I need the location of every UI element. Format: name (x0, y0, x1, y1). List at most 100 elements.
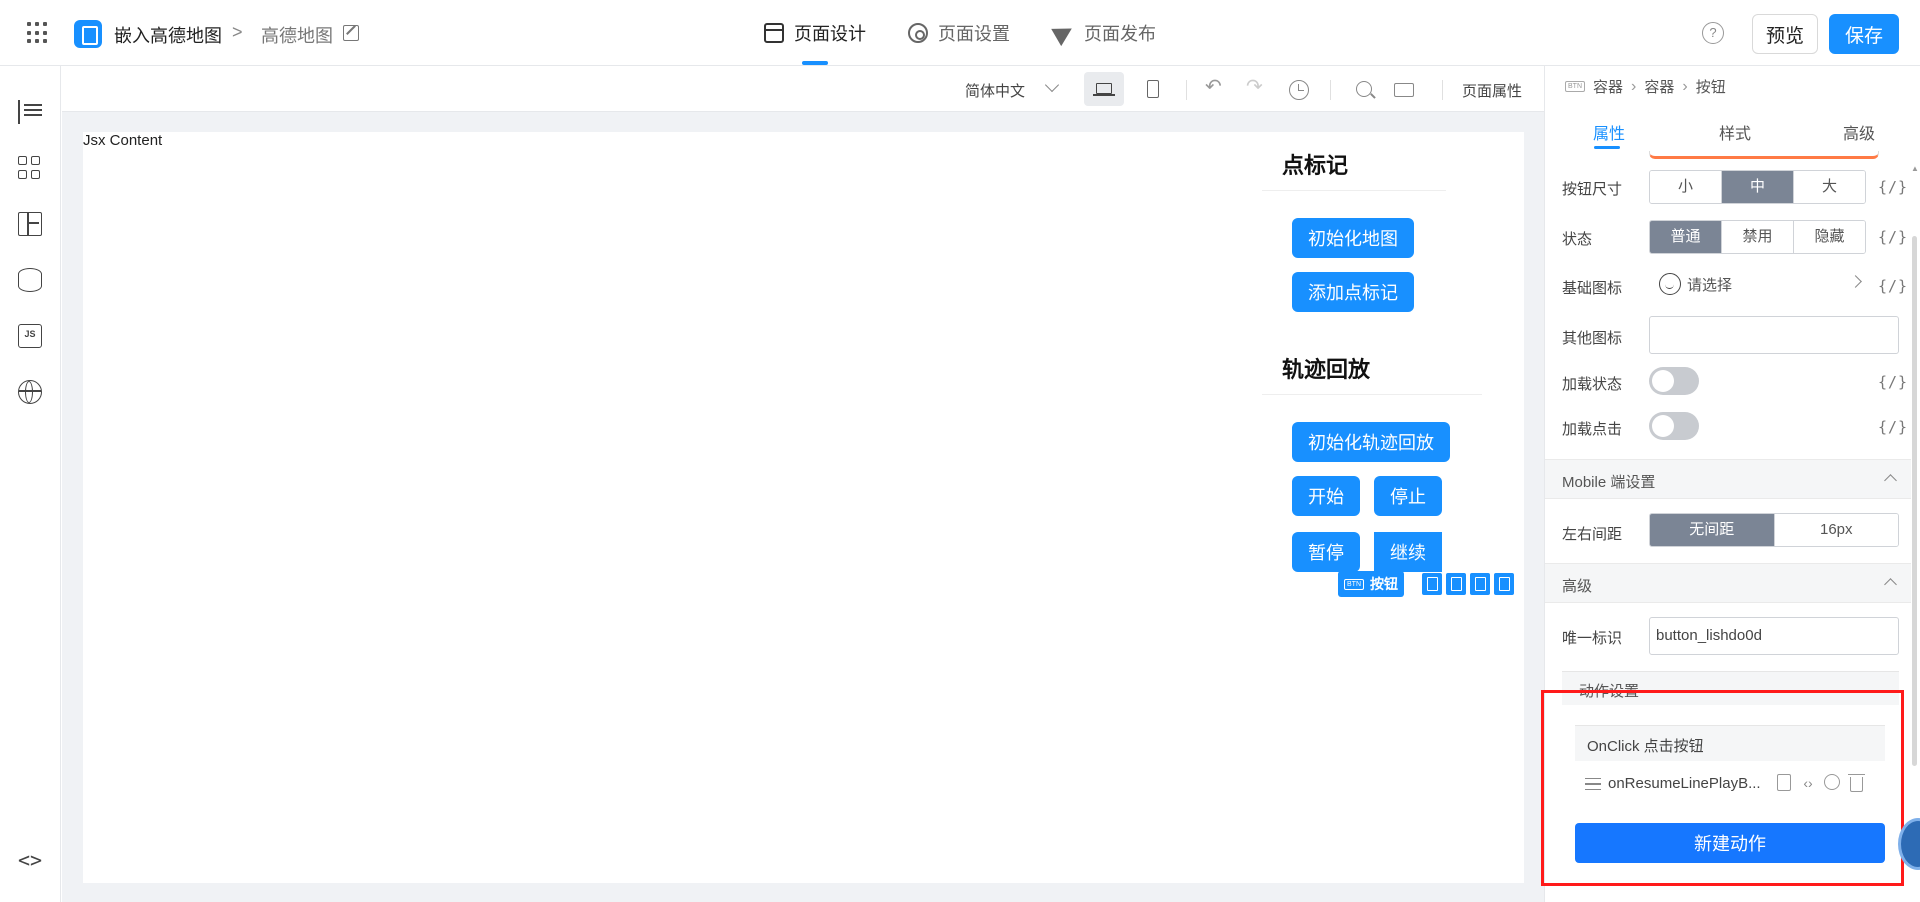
tab-style[interactable]: 样式 (1719, 120, 1751, 144)
state-option-disabled[interactable]: 禁用 (1722, 221, 1794, 253)
divider (1262, 190, 1446, 191)
chevron-up-icon (1884, 578, 1897, 591)
jsx-content-label: Jsx Content (83, 132, 163, 149)
spacing-option-16px[interactable]: 16px (1774, 514, 1898, 546)
outline-tree-icon[interactable] (18, 100, 42, 124)
expression-icon[interactable]: {/} (1878, 178, 1908, 196)
data-source-icon[interactable] (18, 268, 42, 292)
active-tab-indicator (1594, 146, 1620, 149)
expression-icon[interactable]: {/} (1878, 228, 1908, 246)
selected-component-badge[interactable]: BTN 按钮 (1338, 571, 1404, 597)
add-marker-button[interactable]: 添加点标记 (1292, 272, 1414, 312)
mobile-settings-header[interactable]: Mobile 端设置 (1545, 459, 1911, 499)
layout-icon[interactable] (18, 212, 42, 236)
button-size-segment: 小 中 大 (1649, 170, 1866, 204)
drag-handle-icon[interactable] (1585, 778, 1601, 790)
button-size-label: 按钮尺寸 (1562, 181, 1623, 198)
page-properties-link[interactable]: 页面属性 (1462, 80, 1522, 101)
other-icon-input[interactable] (1649, 316, 1899, 354)
tab-page-publish[interactable]: 页面发布 (1051, 19, 1156, 47)
app-logo-icon (74, 20, 102, 48)
active-tab-indicator (802, 61, 828, 65)
init-map-button[interactable]: 初始化地图 (1292, 218, 1414, 258)
tab-page-design[interactable]: 页面设计 (764, 20, 866, 46)
language-select[interactable]: 简体中文 (965, 80, 1025, 101)
add-icon[interactable] (1446, 573, 1466, 595)
onclick-event-header: OnClick 点击按钮 (1575, 725, 1885, 761)
new-action-button[interactable]: 新建动作 (1575, 823, 1885, 863)
window-icon (764, 23, 784, 43)
loading-state-toggle[interactable] (1649, 367, 1699, 395)
edit-icon[interactable] (343, 25, 359, 41)
expression-icon[interactable]: {/} (1878, 418, 1908, 436)
chevron-right-icon[interactable] (1849, 275, 1862, 288)
breadcrumb-item[interactable]: 按钮 (1696, 76, 1726, 97)
mobile-view-button[interactable] (1133, 72, 1173, 106)
loading-click-toggle[interactable] (1649, 412, 1699, 440)
components-icon[interactable] (18, 156, 42, 180)
history-icon[interactable] (1289, 80, 1309, 100)
properties-panel: BTN 容器 › 容器 › 按钮 属性 样式 高级 ▲ 按钮尺寸 小 中 大 {… (1544, 66, 1920, 902)
state-option-hidden[interactable]: 隐藏 (1794, 221, 1865, 253)
tab-page-settings[interactable]: 页面设置 (908, 20, 1010, 46)
undo-icon[interactable]: ↶ (1205, 77, 1222, 97)
app-name[interactable]: 嵌入高德地图 (114, 22, 222, 48)
component-breadcrumb: BTN 容器 › 容器 › 按钮 (1565, 76, 1726, 97)
resume-button[interactable]: 继续 (1374, 532, 1442, 572)
advanced-section-header[interactable]: 高级 (1545, 563, 1911, 603)
select-parent-icon[interactable] (1422, 573, 1442, 595)
code-icon[interactable]: <> (18, 848, 42, 872)
page-name[interactable]: 高德地图 (261, 22, 333, 48)
breadcrumb-item[interactable]: 容器 (1593, 76, 1623, 97)
size-option-large[interactable]: 大 (1794, 171, 1865, 203)
search-icon[interactable] (1356, 81, 1372, 97)
preview-button[interactable]: 预览 (1752, 14, 1818, 54)
save-button[interactable]: 保存 (1829, 14, 1899, 54)
app-grid-icon[interactable] (27, 22, 49, 44)
chevron-right-icon: › (1631, 77, 1637, 95)
smile-icon[interactable] (1659, 273, 1681, 295)
copy-icon[interactable] (1470, 573, 1490, 595)
lr-spacing-segment: 无间距 16px (1649, 513, 1899, 547)
breadcrumb-item[interactable]: 容器 (1644, 76, 1674, 97)
size-option-medium[interactable]: 中 (1722, 171, 1794, 203)
expression-icon[interactable]: {/} (1878, 373, 1908, 391)
start-button[interactable]: 开始 (1292, 476, 1360, 516)
other-icon-label: 其他图标 (1562, 330, 1623, 347)
pause-button[interactable]: 暂停 (1292, 532, 1360, 572)
help-icon[interactable]: ? (1702, 22, 1724, 44)
desktop-view-button[interactable] (1084, 72, 1124, 106)
unique-id-input[interactable]: button_lishdo0d (1649, 617, 1899, 655)
divider (1262, 394, 1482, 395)
state-label: 状态 (1562, 231, 1593, 248)
section-title: Mobile 端设置 (1562, 474, 1656, 491)
document-icon[interactable] (1777, 774, 1791, 791)
stop-button[interactable]: 停止 (1374, 476, 1442, 516)
js-icon[interactable]: JS (18, 324, 42, 348)
delete-icon[interactable] (1494, 573, 1514, 595)
trash-icon[interactable] (1848, 774, 1865, 792)
tab-properties[interactable]: 属性 (1593, 120, 1625, 144)
spacing-option-none[interactable]: 无间距 (1650, 514, 1775, 546)
scrollbar[interactable] (1912, 236, 1917, 766)
tab-label: 页面设计 (794, 24, 866, 44)
size-option-small[interactable]: 小 (1650, 171, 1722, 203)
tab-advanced[interactable]: 高级 (1843, 120, 1875, 144)
keyboard-icon[interactable] (1394, 83, 1414, 97)
tab-label: 页面设置 (938, 24, 1010, 44)
desktop-icon (1093, 83, 1115, 96)
expression-icon[interactable]: {/} (1878, 277, 1908, 295)
action-item-name[interactable]: onResumeLinePlayB... (1608, 775, 1763, 792)
base-icon-select[interactable]: 请选择 (1687, 274, 1732, 295)
gear-icon[interactable] (1824, 774, 1840, 790)
globe-icon[interactable] (18, 380, 42, 404)
init-track-button[interactable]: 初始化轨迹回放 (1292, 422, 1450, 462)
redo-icon[interactable]: ↷ (1246, 77, 1263, 97)
chevron-down-icon[interactable] (1044, 77, 1060, 93)
section-title: 轨迹回放 (1282, 357, 1371, 382)
page-stage[interactable]: Jsx Content 点标记 初始化地图 添加点标记 轨迹回放 初始化轨迹回放… (83, 132, 1524, 883)
code-icon[interactable]: ‹› (1799, 774, 1817, 792)
scroll-up-icon[interactable]: ▲ (1911, 164, 1919, 173)
state-option-normal[interactable]: 普通 (1650, 221, 1722, 253)
action-settings-header[interactable]: 动作设置 (1562, 671, 1899, 705)
